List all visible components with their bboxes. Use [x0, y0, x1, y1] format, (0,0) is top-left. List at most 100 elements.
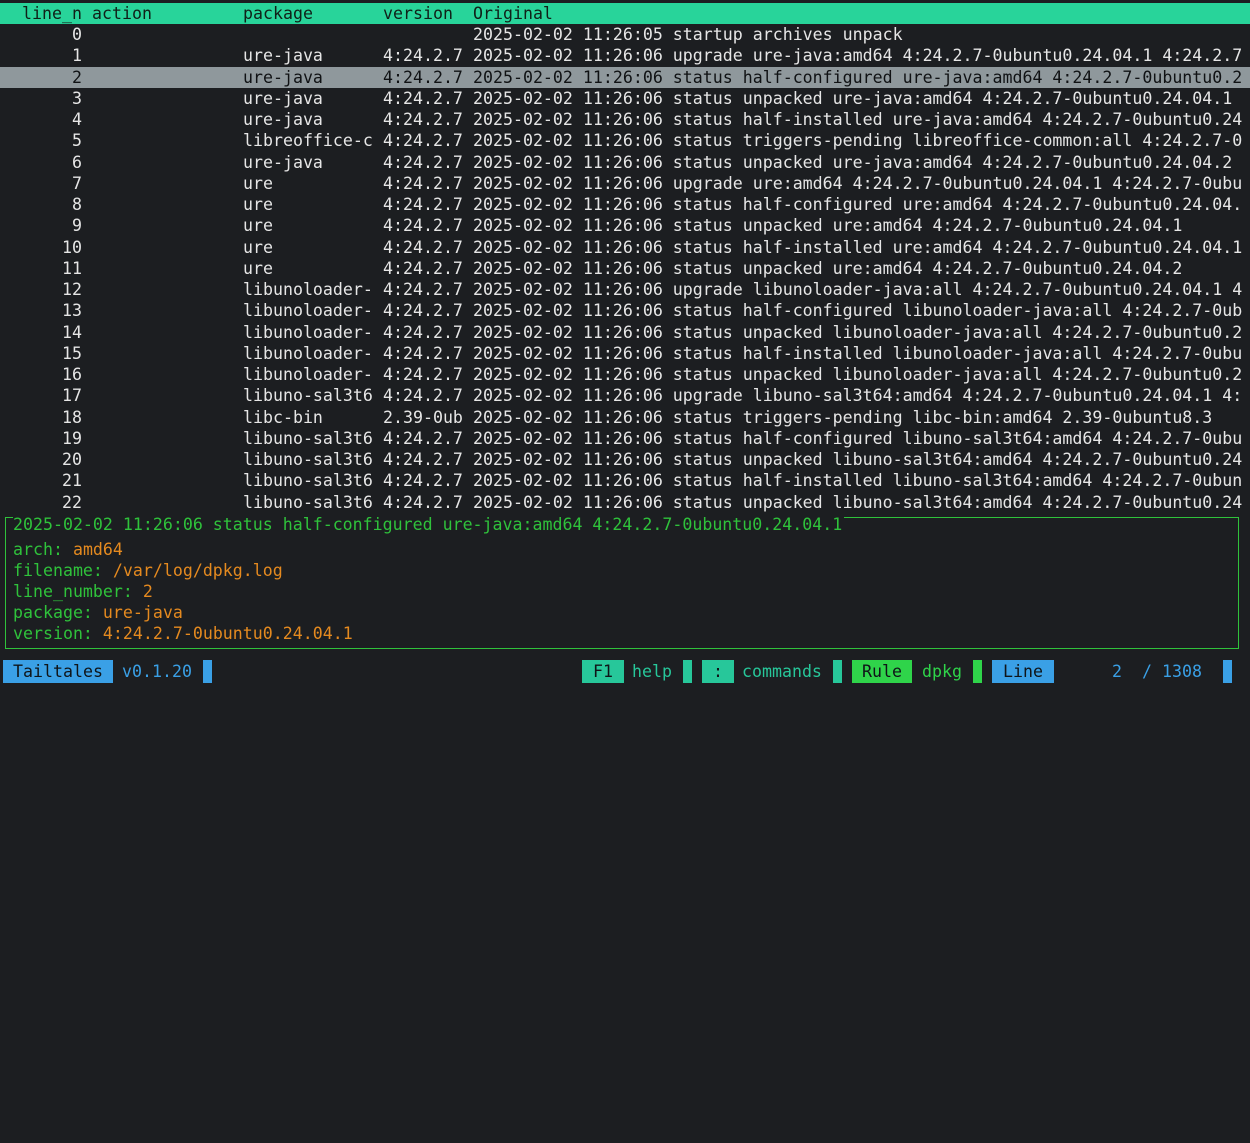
status-block-divider [1223, 660, 1232, 683]
detail-field-package: package: ure-java [13, 603, 183, 622]
table-row[interactable]: 10 ure 4:24.2.7 2025-02-02 11:26:06 status … [0, 237, 1250, 258]
row-original: 2025-02-02 11:26:06 status half-installe… [473, 110, 1243, 129]
row-package: libreoffice-c [243, 131, 373, 151]
table-row[interactable]: 0 2025-02-02 11:26:05 startup archives un… [0, 24, 1250, 45]
row-line-number: 20 [62, 450, 82, 469]
row-version: 4:24.2.7 [383, 471, 463, 491]
row-package: ure-java [243, 67, 323, 87]
row-original: 2025-02-02 11:26:06 status unpacked ure-… [473, 152, 1233, 172]
row-line-number: 10 [62, 237, 82, 257]
table-row[interactable]: 9 ure 4:24.2.7 2025-02-02 11:26:06 status u… [0, 215, 1250, 236]
table-row[interactable]: 6 ure-java 4:24.2.7 2025-02-02 11:26:06 sta… [0, 152, 1250, 173]
f1-key-badge[interactable]: F1 [582, 660, 624, 683]
row-version: 4:24.2.7 [383, 343, 463, 363]
total-lines: 1308 [1162, 662, 1202, 681]
table-row[interactable]: 21 libuno-sal3t6 4:24.2.7 2025-02-02 11:26:… [0, 470, 1250, 491]
row-package: libuno-sal3t6 [243, 428, 373, 448]
table-row[interactable]: 11 ure 4:24.2.7 2025-02-02 11:26:06 status … [0, 258, 1250, 279]
row-line-number: 9 [72, 216, 82, 236]
row-package: ure [243, 258, 273, 278]
table-row[interactable]: 12 libunoloader- 4:24.2.7 2025-02-02 11:26:… [0, 279, 1250, 300]
row-line-number: 0 [72, 25, 82, 44]
row-original: 2025-02-02 11:26:06 status half-installe… [473, 343, 1243, 363]
table-row[interactable]: 7 ure 4:24.2.7 2025-02-02 11:26:06 upgrade … [0, 173, 1250, 194]
table-row[interactable]: 22 libuno-sal3t6 4:24.2.7 2025-02-02 11:26:… [0, 492, 1250, 513]
commands-label[interactable]: commands [742, 660, 822, 683]
mode-badge: Line [992, 660, 1054, 683]
row-package: libunoloader- [243, 365, 373, 384]
row-version: 4:24.2.7 [383, 301, 463, 321]
table-row[interactable]: 19 libuno-sal3t6 4:24.2.7 2025-02-02 11:26:… [0, 428, 1250, 449]
row-original: 2025-02-02 11:26:06 status half-installe… [473, 471, 1243, 491]
column-header-line-n[interactable]: line_n [22, 3, 92, 24]
detail-panel: 2025-02-02 11:26:06 status half-configur… [5, 514, 1239, 649]
column-header-original[interactable]: Original [473, 3, 1250, 24]
row-line-number: 7 [72, 173, 82, 193]
column-header-version[interactable]: version [383, 3, 471, 24]
row-package: ure-java [243, 110, 323, 129]
row-version: 4:24.2.7 [383, 386, 463, 406]
rule-value[interactable]: dpkg [922, 660, 962, 683]
row-line-number: 11 [62, 258, 82, 278]
status-block-divider [833, 660, 842, 683]
detail-field-arch: arch: amd64 [13, 540, 123, 559]
detail-field-line-number: line_number: 2 [13, 582, 153, 601]
row-original: 2025-02-02 11:26:06 status triggers-pend… [473, 407, 1213, 427]
row-line-number: 3 [72, 88, 82, 108]
table-row[interactable]: 5 libreoffice-c 4:24.2.7 2025-02-02 11:26:0… [0, 130, 1250, 151]
column-header-action[interactable]: action [92, 3, 242, 24]
row-version: 4:24.2.7 [383, 322, 463, 342]
table-row[interactable]: 3 ure-java 4:24.2.7 2025-02-02 11:26:06 sta… [0, 88, 1250, 109]
table-row[interactable]: 14 libunoloader- 4:24.2.7 2025-02-02 11:26:… [0, 322, 1250, 343]
command-key-badge[interactable]: : [702, 660, 734, 683]
table-row[interactable]: 16 libunoloader- 4:24.2.7 2025-02-02 11:26:… [0, 364, 1250, 385]
row-version: 4:24.2.7 [383, 450, 463, 469]
row-line-number: 16 [62, 365, 82, 384]
table-row[interactable]: 4 ure-java 4:24.2.7 2025-02-02 11:26:06 sta… [0, 109, 1250, 130]
row-version: 4:24.2.7 [383, 280, 463, 299]
row-line-number: 13 [62, 301, 82, 321]
row-line-number: 15 [62, 343, 82, 363]
row-version: 4:24.2.7 [383, 173, 463, 193]
row-package: libuno-sal3t6 [243, 492, 373, 512]
row-package: ure-java [243, 152, 323, 172]
row-package: ure [243, 173, 273, 193]
help-label[interactable]: help [632, 660, 672, 683]
row-original: 2025-02-02 11:26:05 startup archives unp… [473, 25, 903, 44]
row-version: 4:24.2.7 [383, 46, 463, 66]
row-line-number: 2 [72, 67, 82, 87]
row-version: 4:24.2.7 [383, 216, 463, 236]
row-original: 2025-02-02 11:26:06 upgrade ure:amd64 4:… [473, 173, 1243, 193]
row-line-number: 12 [62, 280, 82, 299]
row-original: 2025-02-02 11:26:06 status unpacked ure:… [473, 258, 1183, 278]
table-row-selected[interactable]: 2 ure-java 4:24.2.7 2025-02-02 11:26:06 sta… [0, 66, 1250, 88]
row-version: 4:24.2.7 [383, 237, 463, 257]
row-line-number: 22 [62, 492, 82, 512]
row-line-number: 5 [72, 131, 82, 151]
rule-badge[interactable]: Rule [852, 660, 912, 683]
row-version: 4:24.2.7 [383, 195, 463, 214]
row-version: 4:24.2.7 [383, 365, 463, 384]
row-version: 4:24.2.7 [383, 131, 463, 151]
row-package: libuno-sal3t6 [243, 386, 373, 406]
table-row[interactable]: 18 libc-bin 2.39-0ub 2025-02-02 11:26:06 st… [0, 407, 1250, 428]
table-row[interactable]: 1 ure-java 4:24.2.7 2025-02-02 11:26:06 upg… [0, 45, 1250, 66]
table-row[interactable]: 17 libuno-sal3t6 4:24.2.7 2025-02-02 11:26:… [0, 385, 1250, 406]
row-original: 2025-02-02 11:26:06 status unpacked ure:… [473, 216, 1183, 236]
table-header: line_n action package version Original [0, 3, 1250, 24]
table-row[interactable]: 13 libunoloader- 4:24.2.7 2025-02-02 11:26:… [0, 300, 1250, 321]
row-line-number: 14 [62, 322, 82, 342]
row-original: 2025-02-02 11:26:06 upgrade ure-java:amd… [473, 46, 1243, 66]
row-original: 2025-02-02 11:26:06 status unpacked ure-… [473, 88, 1233, 108]
row-version: 2.39-0ub [383, 407, 463, 427]
table-row[interactable]: 20 libuno-sal3t6 4:24.2.7 2025-02-02 11:26:… [0, 449, 1250, 470]
row-package: libc-bin [243, 407, 323, 427]
column-header-package[interactable]: package [243, 3, 381, 24]
status-block-divider [973, 660, 982, 683]
table-row[interactable]: 15 libunoloader- 4:24.2.7 2025-02-02 11:26:… [0, 343, 1250, 364]
table-row[interactable]: 8 ure 4:24.2.7 2025-02-02 11:26:06 status h… [0, 194, 1250, 215]
detail-field-filename: filename: /var/log/dpkg.log [13, 561, 283, 580]
status-block-divider [683, 660, 692, 683]
row-package: libunoloader- [243, 280, 373, 299]
row-package: libunoloader- [243, 322, 373, 342]
